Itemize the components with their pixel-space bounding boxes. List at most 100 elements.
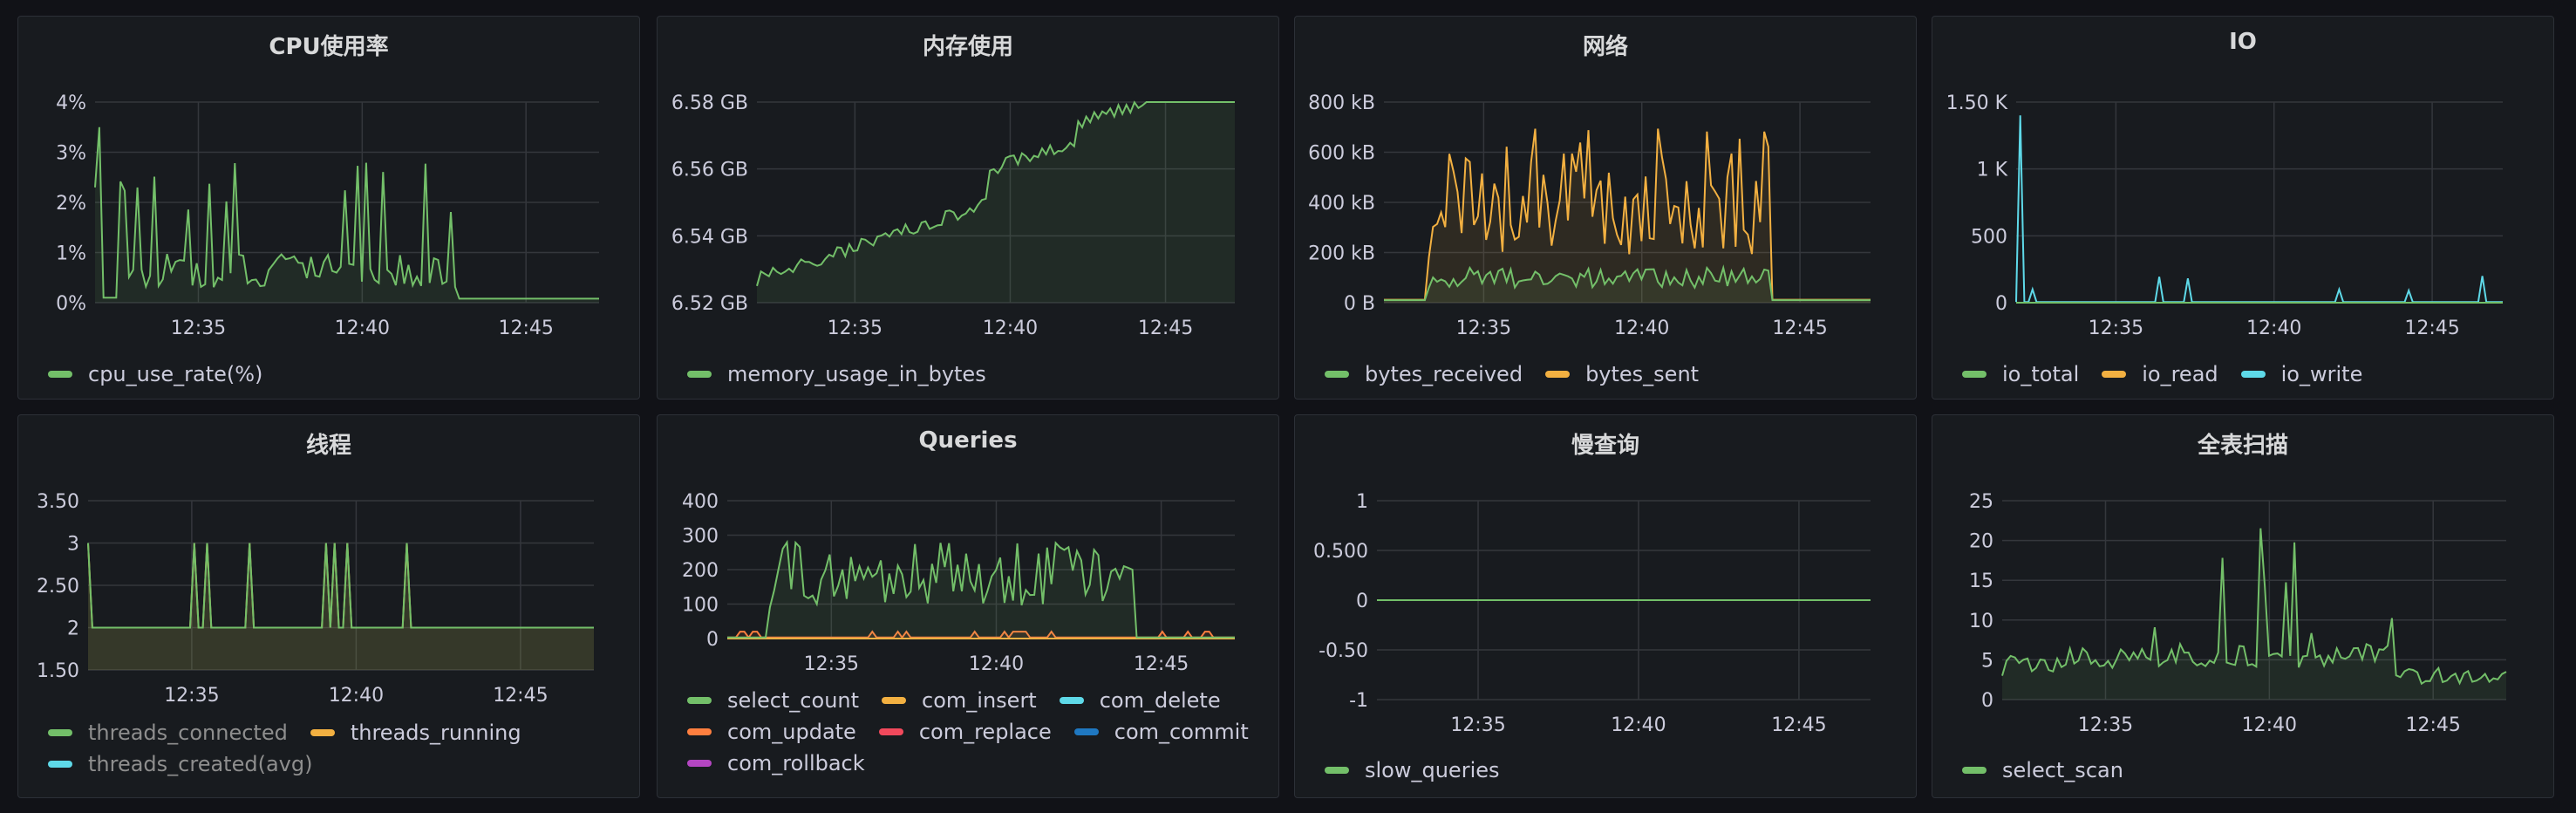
y-tick-label: 1 K <box>1977 160 2008 181</box>
legend: memory_usage_in_bytes <box>687 362 1257 386</box>
series-line-io_write[interactable] <box>2015 115 2503 304</box>
legend-swatch <box>882 697 907 704</box>
x-tick-label: 12:40 <box>2242 714 2297 736</box>
y-tick-label: 25 <box>1969 491 1993 513</box>
y-tick-label: 1 <box>1356 491 1368 513</box>
y-tick-label: 4% <box>56 92 86 114</box>
chart-plot[interactable]: 1 0.500 0 -0.50 -1 12:35 12:40 12:45 <box>1295 415 1918 799</box>
y-tick-label: 15 <box>1969 570 1993 592</box>
legend-label: threads_connected <box>88 721 288 745</box>
chart-plot[interactable]: 800 kB 600 kB 400 kB 200 kB 0 B 12:35 12:40 12:… <box>1295 17 1918 400</box>
legend-item-com_replace[interactable]: com_replace <box>878 720 1052 744</box>
panel-2[interactable]: 网络 800 kB 600 kB 400 kB 200 kB 0 B 12:35 12:40 1… <box>1294 16 1917 400</box>
x-tick-label: 12:45 <box>498 318 553 339</box>
x-tick-label: 12:40 <box>1611 714 1666 736</box>
y-tick-label: 1% <box>56 243 86 265</box>
x-tick-label: 12:35 <box>2078 714 2133 736</box>
y-tick-label: 200 <box>682 560 719 582</box>
chart-plot[interactable]: 6.58 GB 6.56 GB 6.54 GB 6.52 GB 12:35 12:40 12… <box>658 17 1280 400</box>
panel-1[interactable]: 内存使用 6.58 GB 6.56 GB 6.54 GB 6.52 GB 12:35 12:… <box>657 16 1279 400</box>
legend-item-memory_usage_in_bytes[interactable]: memory_usage_in_bytes <box>687 362 986 386</box>
legend: threads_connected threads_running threads_… <box>48 721 618 776</box>
legend-item-threads_created(avg)[interactable]: threads_created(avg) <box>48 752 312 776</box>
legend-item-select_count[interactable]: select_count <box>687 688 859 713</box>
x-tick-label: 12:45 <box>1771 714 1826 736</box>
panel-7[interactable]: 全表扫描 25 20 15 10 5 0 12:35 12:40 12:45 select_scan <box>1932 414 2554 798</box>
legend-item-bytes_sent[interactable]: bytes_sent <box>1545 362 1699 386</box>
legend-item-com_insert[interactable]: com_insert <box>882 688 1037 713</box>
legend-swatch <box>687 697 712 704</box>
y-tick-label: 6.58 GB <box>671 92 748 114</box>
x-tick-label: 12:40 <box>983 318 1038 339</box>
legend-label: bytes_received <box>1365 362 1523 386</box>
legend-item-threads_running[interactable]: threads_running <box>310 721 521 745</box>
legend-swatch <box>1325 767 1349 774</box>
chart-plot[interactable]: 1.50 K 1 K 500 0 12:35 12:40 12:45 <box>1932 17 2555 400</box>
x-tick-label: 12:40 <box>969 653 1024 675</box>
y-tick-label: 0 B <box>1344 293 1375 315</box>
y-tick-label: 3.50 <box>37 491 79 513</box>
legend-item-com_commit[interactable]: com_commit <box>1073 720 1249 744</box>
legend: bytes_received bytes_sent <box>1325 362 1895 386</box>
y-tick-label: 0 <box>1356 591 1368 612</box>
x-tick-label: 12:35 <box>1450 714 1505 736</box>
legend-label: com_delete <box>1099 688 1221 713</box>
legend-item-com_update[interactable]: com_update <box>687 720 856 744</box>
chart-plot[interactable]: 25 20 15 10 5 0 12:35 12:40 12:45 <box>1932 415 2555 799</box>
legend-item-select_scan[interactable]: select_scan <box>1962 758 2123 782</box>
series-area-memory_usage_in_bytes <box>757 102 1235 303</box>
legend-swatch <box>687 760 712 767</box>
legend-label: slow_queries <box>1365 758 1500 782</box>
legend-label: com_update <box>727 720 856 744</box>
legend-swatch <box>878 728 903 735</box>
legend-item-com_rollback[interactable]: com_rollback <box>687 751 865 775</box>
y-tick-label: -0.50 <box>1319 640 1368 662</box>
x-tick-label: 12:45 <box>2404 318 2459 339</box>
legend-item-io_write[interactable]: io_write <box>2240 362 2362 386</box>
legend: io_total io_read io_write <box>1962 362 2532 386</box>
legend-label: bytes_sent <box>1585 362 1700 386</box>
legend-swatch <box>2102 371 2127 378</box>
x-tick-label: 12:35 <box>1456 318 1511 339</box>
legend-swatch <box>1962 767 1987 774</box>
chart-plot[interactable]: 4% 3% 2% 1% 0% 12:35 12:40 12:45 <box>18 17 641 400</box>
legend-swatch <box>48 371 72 378</box>
legend-item-bytes_received[interactable]: bytes_received <box>1325 362 1523 386</box>
y-tick-label: 0 <box>706 629 719 651</box>
panel-4[interactable]: 线程 3.50 3 2.50 2 1.50 12:35 12:40 12:45 threads_c… <box>17 414 640 798</box>
panel-6[interactable]: 慢查询 1 0.500 0 -0.50 -1 12:35 12:40 12:45 slow_que… <box>1294 414 1917 798</box>
y-tick-label: 0 <box>1995 293 2007 315</box>
legend-swatch <box>1325 371 1349 378</box>
legend-item-slow_queries[interactable]: slow_queries <box>1325 758 1500 782</box>
y-tick-label: 500 <box>1971 226 2007 248</box>
x-tick-label: 12:35 <box>164 685 219 707</box>
legend-label: memory_usage_in_bytes <box>727 362 986 386</box>
x-tick-label: 12:35 <box>804 653 859 675</box>
panel-0[interactable]: CPU使用率 4% 3% 2% 1% 0% 12:35 12:40 12:45 cpu_use_r… <box>17 16 640 400</box>
y-tick-label: 2 <box>67 618 79 640</box>
panel-3[interactable]: IO 1.50 K1 K 500 0 12:35 12:40 12:45 io_total io… <box>1932 16 2554 400</box>
legend-label: cpu_use_rate(%) <box>88 362 263 386</box>
legend-label: com_replace <box>918 720 1052 744</box>
legend-swatch <box>310 729 335 736</box>
legend-label: select_count <box>727 688 860 713</box>
y-tick-label: -1 <box>1349 690 1368 712</box>
legend-item-threads_connected[interactable]: threads_connected <box>48 721 288 745</box>
x-tick-label: 12:45 <box>2405 714 2460 736</box>
x-tick-label: 12:40 <box>335 318 390 339</box>
legend-swatch <box>1545 371 1571 378</box>
legend: slow_queries <box>1325 758 1895 782</box>
panel-5[interactable]: Queries 400 300 200 100 0 12:35 12:40 12:45 selec… <box>657 414 1279 798</box>
legend-label: io_read <box>2142 362 2218 386</box>
legend-swatch <box>1059 697 1084 704</box>
x-tick-label: 12:45 <box>1772 318 1827 339</box>
legend-item-cpu_use_rate(%)[interactable]: cpu_use_rate(%) <box>48 362 262 386</box>
legend-item-com_delete[interactable]: com_delete <box>1059 688 1221 713</box>
legend-label: threads_created(avg) <box>88 752 313 776</box>
y-tick-label: 2% <box>56 193 86 215</box>
legend-item-io_read[interactable]: io_read <box>2102 362 2218 386</box>
legend-label: com_insert <box>922 688 1037 713</box>
y-tick-label: 400 kB <box>1308 193 1375 215</box>
legend-item-io_total[interactable]: io_total <box>1962 362 2079 386</box>
y-tick-label: 6.54 GB <box>671 226 748 248</box>
